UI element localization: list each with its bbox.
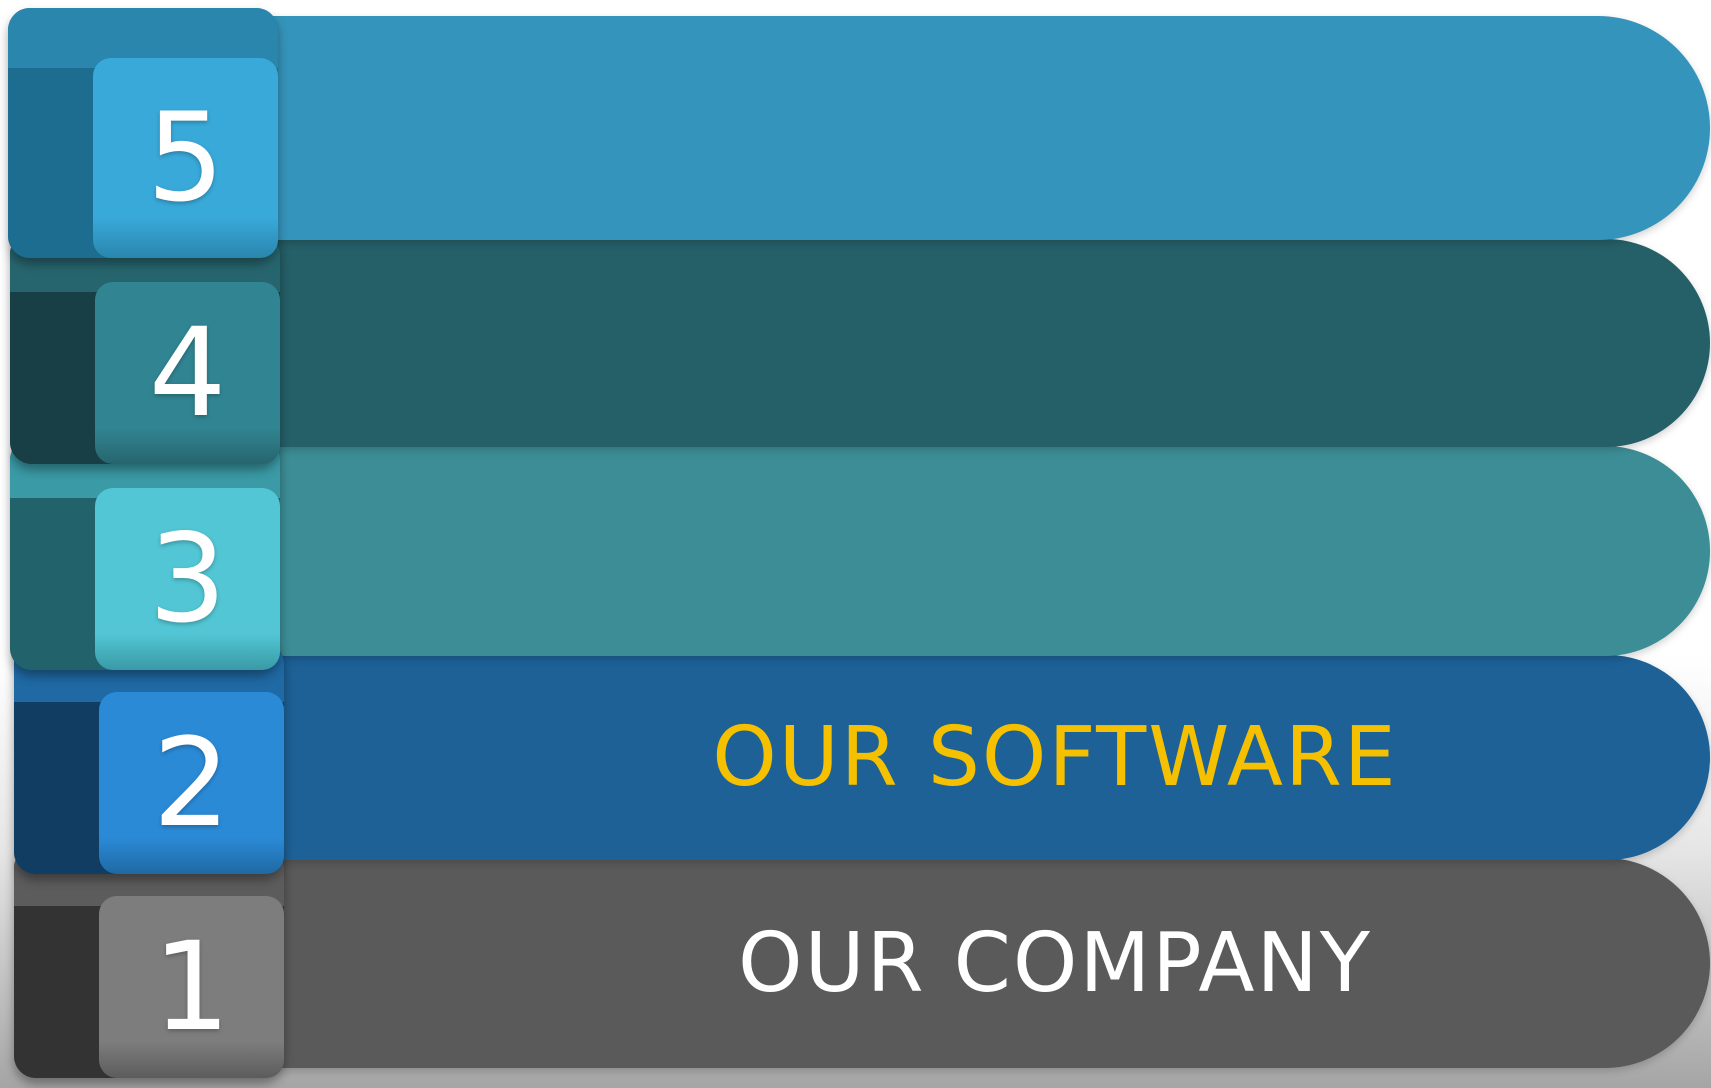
step-2-bar: OUR SOFTWARE — [200, 655, 1710, 860]
step-1-cube: 1 — [14, 846, 284, 1078]
step-4-number: 4 — [95, 282, 280, 464]
step-1-cube-side — [14, 876, 104, 1078]
step-5-label — [460, 16, 1650, 240]
step-5-number: 5 — [93, 58, 278, 258]
step-2-cube: 2 — [14, 642, 284, 874]
step-3-bar — [200, 446, 1710, 656]
steps-diagram: { "steps": [ {"number": "5", "label": ""… — [0, 0, 1711, 1088]
step-4-cube: 4 — [10, 232, 280, 464]
step-5-cube: 5 — [8, 8, 278, 258]
step-4-bar — [200, 239, 1710, 447]
step-1-number: 1 — [99, 896, 284, 1078]
step-3-number: 3 — [95, 488, 280, 670]
step-3-label — [460, 446, 1650, 656]
step-2-number: 2 — [99, 692, 284, 874]
step-3-cube: 3 — [10, 438, 280, 670]
step-3-cube-side — [10, 468, 100, 670]
step-4-label — [460, 239, 1650, 447]
step-5-cube-side — [8, 38, 98, 258]
step-5-bar — [200, 16, 1710, 240]
step-4-cube-side — [10, 262, 100, 464]
step-1-label: OUR COMPANY — [738, 915, 1372, 1011]
step-2-label: OUR SOFTWARE — [712, 710, 1398, 805]
step-2-cube-side — [14, 672, 104, 874]
step-1-bar: OUR COMPANY — [200, 858, 1710, 1068]
